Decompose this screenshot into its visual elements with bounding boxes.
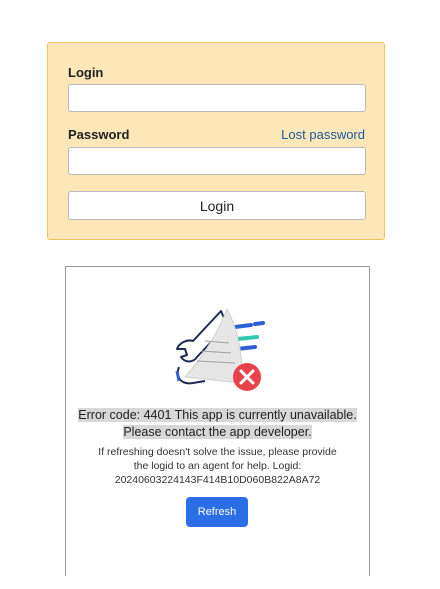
login-button[interactable]: Login xyxy=(68,191,366,220)
error-detail: If refreshing doesn't solve the issue, p… xyxy=(80,445,355,487)
broken-app-illustration-icon xyxy=(175,307,265,391)
login-form-panel: Login Password Lost password Login xyxy=(47,42,385,240)
error-detail-line: the logid to an agent for help. Logid: xyxy=(133,460,302,472)
password-label: Password xyxy=(68,127,130,142)
error-title-line: Please contact the app developer. xyxy=(123,425,312,439)
error-title-line: Error code: 4401 This app is currently u… xyxy=(78,408,357,422)
lost-password-link[interactable]: Lost password xyxy=(281,127,365,142)
logid-value: 20240603224143F414B10D060B822A8A72 xyxy=(114,474,321,486)
error-frame: Error code: 4401 This app is currently u… xyxy=(65,266,370,576)
error-detail-line: If refreshing doesn't solve the issue, p… xyxy=(98,446,337,458)
error-title: Error code: 4401 This app is currently u… xyxy=(66,407,369,441)
login-input[interactable] xyxy=(68,84,366,112)
refresh-button[interactable]: Refresh xyxy=(186,497,248,527)
login-label: Login xyxy=(68,65,104,80)
password-input[interactable] xyxy=(68,147,366,175)
